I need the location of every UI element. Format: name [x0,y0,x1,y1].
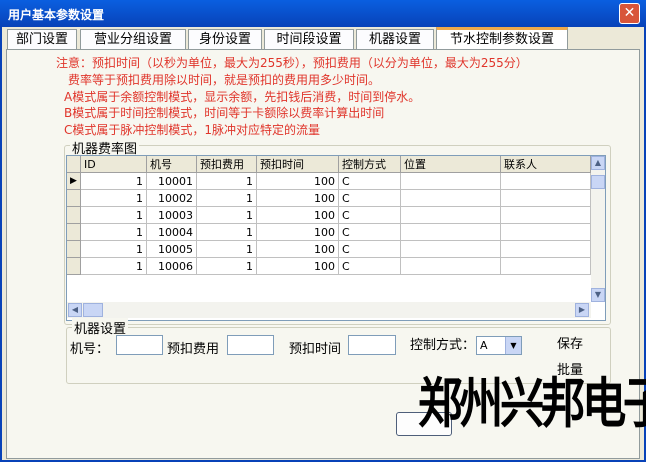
control-mode-label: 控制方式： [410,338,476,353]
cell-id[interactable]: 1 [81,241,147,258]
cell-id[interactable]: 1 [81,258,147,275]
note-line: 费率等于预扣费用除以时间，就是预扣的费用用多少时间。 [68,73,381,87]
row-selector[interactable] [67,190,81,207]
machine-rate-grid[interactable]: ID 机号 预扣费用 预扣时间 控制方式 位置 联系人 ▶ 1 10001 1 … [66,155,606,321]
row-selector[interactable] [67,258,81,275]
cell-location[interactable] [401,258,501,275]
machine-no-label: 机号： [70,342,110,357]
cell-control-mode[interactable]: C [339,224,401,241]
row-selector[interactable] [67,207,81,224]
cell-id[interactable]: 1 [81,173,147,190]
prepay-fee-input[interactable] [227,335,274,355]
tab-time-periods[interactable]: 时间段设置 [264,29,354,50]
close-button[interactable]: ✕ [619,3,640,24]
column-header[interactable]: 位置 [401,156,501,173]
cell-contact[interactable] [501,241,591,258]
watermark-text: 郑州兴邦电子 [418,372,646,435]
cell-prepay-fee[interactable]: 1 [197,241,257,258]
tab-label: 身份设置 [198,32,251,47]
tab-label: 机器设置 [368,32,421,47]
window-title: 用户基本参数设置 [8,8,105,22]
cell-id[interactable]: 1 [81,207,147,224]
row-selector[interactable] [67,224,81,241]
cell-machine-no[interactable]: 10004 [147,224,197,241]
note-line: C模式属于脉冲控制模式，1脉冲对应特定的流量 [64,123,321,137]
cell-machine-no[interactable]: 10001 [147,173,197,190]
cell-prepay-time[interactable]: 100 [257,190,339,207]
scroll-thumb[interactable] [591,175,605,189]
scroll-left-icon[interactable]: ◀ [68,303,82,317]
cell-contact[interactable] [501,190,591,207]
control-mode-select[interactable]: A ▼ [476,336,522,355]
cell-prepay-fee[interactable]: 1 [197,207,257,224]
tab-label: 时间段设置 [276,32,342,47]
scroll-thumb-horizontal[interactable] [83,303,103,317]
prepay-time-label: 预扣时间 [289,342,342,357]
tab-label: 营业分组设置 [93,32,172,47]
control-mode-value: A [480,339,488,352]
column-header[interactable]: 预扣时间 [257,156,339,173]
cell-machine-no[interactable]: 10005 [147,241,197,258]
scroll-up-icon[interactable]: ▲ [591,156,605,170]
cell-prepay-fee[interactable]: 1 [197,190,257,207]
note-line: 注意：预扣时间（以秒为单位，最大为255秒），预扣费用（以分为单位，最大为255… [56,56,528,70]
tab-business-groups[interactable]: 营业分组设置 [80,29,186,50]
scroll-right-icon[interactable]: ▶ [575,303,589,317]
prepay-time-input[interactable] [348,335,396,355]
tab-identity[interactable]: 身份设置 [188,29,262,50]
tab-machine-settings[interactable]: 机器设置 [356,29,434,50]
cell-prepay-fee[interactable]: 1 [197,173,257,190]
cell-machine-no[interactable]: 10003 [147,207,197,224]
cell-prepay-time[interactable]: 100 [257,207,339,224]
note-line: B模式属于时间控制模式，时间等于卡额除以费率计算出时间 [64,106,385,120]
grid-corner [67,156,81,173]
cell-id[interactable]: 1 [81,190,147,207]
machine-no-input[interactable] [116,335,163,355]
cell-prepay-time[interactable]: 100 [257,173,339,190]
chevron-down-icon: ▼ [505,337,521,354]
cell-location[interactable] [401,173,501,190]
row-selector[interactable]: ▶ [67,173,81,190]
cell-location[interactable] [401,190,501,207]
save-button[interactable]: 保存 [557,333,583,352]
column-header[interactable]: 联系人 [501,156,591,173]
vertical-scrollbar[interactable]: ▲ ▼ [591,156,605,302]
close-icon: ✕ [623,5,636,21]
cell-control-mode[interactable]: C [339,258,401,275]
row-selector[interactable] [67,241,81,258]
column-header[interactable]: ID [81,156,147,173]
cell-machine-no[interactable]: 10006 [147,258,197,275]
tab-label: 部门设置 [15,32,68,47]
cell-control-mode[interactable]: C [339,207,401,224]
cell-prepay-time[interactable]: 100 [257,258,339,275]
cell-contact[interactable] [501,207,591,224]
cell-control-mode[interactable]: C [339,241,401,258]
column-header[interactable]: 控制方式 [339,156,401,173]
column-header[interactable]: 预扣费用 [197,156,257,173]
cell-contact[interactable] [501,224,591,241]
cell-contact[interactable] [501,173,591,190]
cell-prepay-fee[interactable]: 1 [197,224,257,241]
note-line: A模式属于余额控制模式，显示余额，先扣钱后消费，时间到停水。 [64,90,421,104]
title-bar: 用户基本参数设置 ✕ [0,0,646,27]
cell-control-mode[interactable]: C [339,173,401,190]
cell-machine-no[interactable]: 10002 [147,190,197,207]
cell-location[interactable] [401,241,501,258]
cell-id[interactable]: 1 [81,224,147,241]
column-header[interactable]: 机号 [147,156,197,173]
tab-departments[interactable]: 部门设置 [7,29,77,50]
cell-location[interactable] [401,207,501,224]
prepay-fee-label: 预扣费用 [167,342,220,357]
cell-prepay-time[interactable]: 100 [257,241,339,258]
cell-prepay-time[interactable]: 100 [257,224,339,241]
horizontal-scrollbar[interactable]: ◀ ▶ [67,302,591,318]
tab-label: 节水控制参数设置 [449,32,554,47]
current-row-icon: ▶ [70,176,77,186]
cell-location[interactable] [401,224,501,241]
scroll-down-icon[interactable]: ▼ [591,288,605,302]
cell-control-mode[interactable]: C [339,190,401,207]
cell-prepay-fee[interactable]: 1 [197,258,257,275]
cell-contact[interactable] [501,258,591,275]
